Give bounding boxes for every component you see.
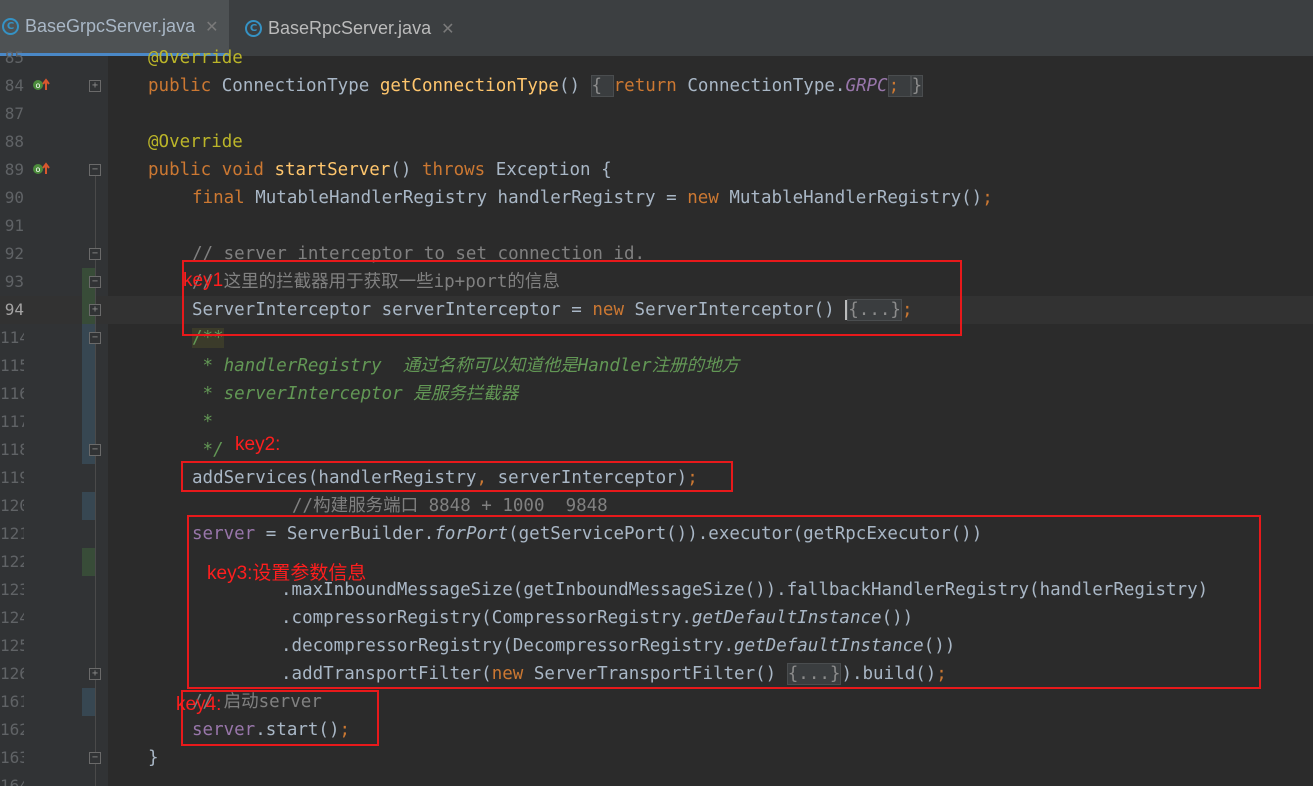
line-number: 114 — [0, 328, 24, 347]
line-number: 122 — [0, 552, 24, 571]
vcs-change-marker — [82, 492, 95, 520]
highlight-box-key3 — [187, 515, 1261, 689]
code-line[interactable]: * serverInterceptor 是服务拦截器 — [192, 380, 519, 408]
line-number: 121 — [0, 524, 24, 543]
javadoc-param: handlerRegistry — [223, 356, 382, 376]
highlight-box-key1 — [182, 260, 962, 336]
override-method-icon[interactable]: o — [32, 161, 52, 177]
keyword-token: new — [687, 188, 730, 208]
type-token: ConnectionType. — [687, 76, 846, 96]
annotation-label-key3: key3:设置参数信息 — [207, 563, 367, 584]
keyword-token: return — [613, 76, 688, 96]
javadoc-star: * — [192, 384, 224, 404]
keyword-token: final — [192, 188, 256, 208]
line-number: 85 — [4, 48, 24, 67]
type-token: MutableHandlerRegistry() — [729, 188, 983, 208]
annotation-label-key1: key1 — [183, 270, 224, 291]
svg-text:o: o — [36, 165, 41, 174]
javadoc-param: serverInterceptor — [223, 384, 403, 404]
tab-label: BaseRpcServer.java — [268, 17, 432, 38]
line-number: 90 — [4, 188, 24, 207]
fold-collapse-icon[interactable]: − — [89, 332, 101, 344]
line-number: 117 — [0, 412, 24, 431]
paren-token: () — [390, 160, 422, 180]
java-class-icon: C — [245, 19, 262, 37]
override-method-icon[interactable]: o — [32, 77, 52, 93]
paren-token: () — [558, 76, 591, 96]
vcs-change-marker — [82, 548, 95, 576]
code-line[interactable]: public ConnectionType getConnectionType(… — [148, 72, 924, 100]
annotation-label-key4: key4: — [176, 694, 222, 715]
fold-expand-icon[interactable]: + — [89, 304, 101, 316]
tab-label: BaseGrpcServer.java — [25, 16, 196, 36]
javadoc-star[interactable]: * — [192, 408, 214, 436]
line-number: 126 — [0, 664, 24, 683]
line-number: 124 — [0, 608, 24, 627]
semicolon-token: ; — [982, 188, 993, 208]
line-number: 164 — [0, 776, 24, 786]
line-number: 92 — [4, 244, 24, 263]
declaration-token: MutableHandlerRegistry handlerRegistry = — [255, 188, 688, 208]
line-number: 94 — [4, 300, 24, 319]
svg-text:o: o — [36, 81, 41, 90]
code-line[interactable]: public void startServer() throws Excepti… — [148, 156, 612, 184]
fold-expand-icon[interactable]: + — [89, 80, 101, 92]
keyword-token: void — [221, 160, 275, 180]
javadoc-end[interactable]: */ — [192, 436, 224, 464]
fold-brace[interactable]: { — [590, 75, 614, 97]
method-name: startServer — [274, 160, 391, 180]
code-line[interactable]: final MutableHandlerRegistry handlerRegi… — [192, 184, 993, 212]
highlight-box-key2 — [181, 461, 733, 492]
line-number: 84 — [4, 76, 24, 95]
fold-collapse-icon[interactable]: − — [89, 248, 101, 260]
fold-expand-icon[interactable]: + — [89, 668, 101, 680]
type-token: Exception { — [495, 160, 612, 180]
code-line[interactable]: } — [148, 744, 159, 772]
line-number: 119 — [0, 468, 24, 487]
line-number: 93 — [4, 272, 24, 291]
static-field-token: GRPC — [845, 76, 888, 96]
line-number: 120 — [0, 496, 24, 515]
line-number: 88 — [4, 132, 24, 151]
code-line[interactable]: @Override — [148, 128, 243, 156]
java-class-icon: C — [2, 18, 19, 35]
vcs-change-marker — [82, 324, 95, 464]
keyword-token: public — [148, 160, 222, 180]
fold-semicolon[interactable]: ; — [887, 75, 911, 97]
line-number: 125 — [0, 636, 24, 655]
fold-brace[interactable]: } — [910, 75, 924, 97]
fold-collapse-icon[interactable]: − — [89, 276, 101, 288]
line-number: 87 — [4, 104, 24, 123]
keyword-token: throws — [421, 160, 496, 180]
vcs-change-marker — [82, 688, 95, 716]
line-number: 91 — [4, 216, 24, 235]
javadoc-text: 是服务拦截器 — [402, 384, 519, 404]
line-number: 123 — [0, 580, 24, 599]
type-token: ConnectionType — [221, 76, 380, 96]
line-number: 118 — [0, 440, 24, 459]
line-number: 161 — [0, 692, 24, 711]
annotation-token: @Override — [148, 48, 243, 68]
annotation-label-key2: key2: — [235, 434, 281, 455]
close-icon[interactable]: ✕ — [205, 17, 218, 36]
keyword-token: public — [148, 76, 222, 96]
code-line[interactable]: @Override — [148, 44, 243, 72]
tab-baserpcserver[interactable]: C BaseRpcServer.java ✕ — [231, 0, 471, 56]
line-number: 162 — [0, 720, 24, 739]
close-icon[interactable]: ✕ — [441, 19, 454, 38]
line-number: 116 — [0, 384, 24, 403]
code-line[interactable]: * handlerRegistry 通过名称可以知道他是Handler注册的地方 — [192, 352, 739, 380]
method-name: getConnectionType — [379, 76, 559, 96]
annotation-token: @Override — [148, 132, 243, 152]
fold-collapse-icon[interactable]: − — [89, 444, 101, 456]
line-number: 115 — [0, 356, 24, 375]
javadoc-star: * — [192, 356, 224, 376]
line-number: 163 — [0, 748, 24, 767]
fold-guide-line — [95, 176, 96, 786]
fold-collapse-icon[interactable]: − — [89, 752, 101, 764]
javadoc-text: 通过名称可以知道他是Handler注册的地方 — [381, 356, 739, 376]
fold-collapse-icon[interactable]: − — [89, 164, 101, 176]
line-number: 89 — [4, 160, 24, 179]
